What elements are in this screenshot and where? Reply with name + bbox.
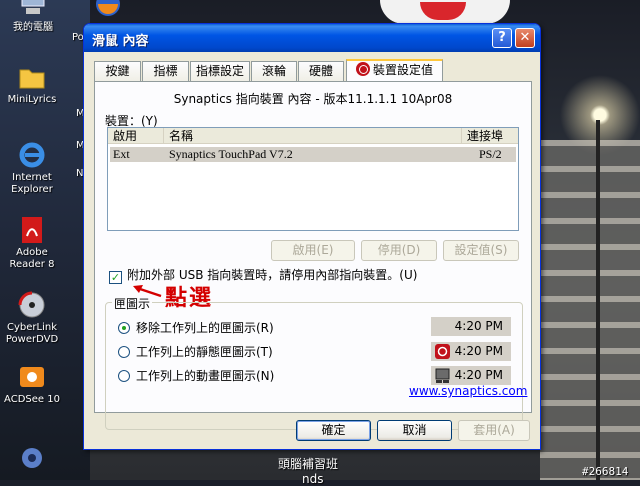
watermark: #266814 — [582, 465, 629, 478]
table-row[interactable]: Ext Synaptics TouchPad V7.2 PS/2 — [110, 147, 516, 162]
title-bar[interactable]: 滑鼠 內容 ? ✕ — [84, 24, 540, 52]
tab-hardware[interactable]: 硬體 — [298, 61, 344, 81]
close-icon: ✕ — [519, 30, 531, 45]
device-list[interactable]: 啟用 名稱 連接埠 Ext Synaptics TouchPad V7.2 PS… — [107, 127, 519, 231]
tab-buttons[interactable]: 按鍵 — [94, 61, 141, 81]
adobe-reader-icon — [22, 217, 42, 243]
radio-static-tray-icon[interactable]: 工作列上的靜態匣圖示(T) — [118, 343, 273, 360]
desktop-icon-label: MiniLyrics — [7, 94, 57, 105]
tray-time: 4:20 PM — [454, 344, 503, 358]
ok-button[interactable]: 確定 — [296, 420, 371, 441]
desktop-icon-label: ACDSee 10 — [4, 394, 60, 405]
disable-button[interactable]: 停用(D) — [361, 240, 437, 261]
radio-animated-tray-icon[interactable]: 工作列上的動畫匣圖示(N) — [118, 367, 274, 384]
desktop-icon-adobe-reader[interactable]: Adobe Reader 8 — [0, 215, 67, 271]
tab-label: 指標 — [153, 64, 178, 78]
cell-enabled: Ext — [113, 147, 130, 161]
webcam-icon — [22, 448, 42, 468]
dvd-disc-icon — [18, 291, 45, 318]
tab-label: 裝置設定值 — [372, 63, 433, 77]
internet-explorer-icon — [19, 142, 45, 168]
tray-preview: 4:20 PM — [431, 366, 511, 385]
tab-label: 滾輪 — [261, 64, 286, 78]
list-header: 啟用 名稱 連接埠 — [108, 128, 518, 144]
close-button[interactable]: ✕ — [515, 28, 535, 48]
desktop-icon-label: CyberLink PowerDVD — [5, 322, 59, 345]
dialog-title: 滑鼠 內容 — [92, 34, 149, 49]
background-sign — [380, 0, 510, 24]
column-header-port[interactable]: 連接埠 — [462, 128, 518, 144]
radio-label: 工作列上的靜態匣圖示(T) — [136, 345, 273, 359]
tab-pointers[interactable]: 指標 — [142, 61, 189, 81]
tray-time: 4:20 PM — [454, 368, 503, 382]
desktop-icon-webcam[interactable] — [0, 445, 67, 477]
desktop-label-subtext: nds — [302, 472, 324, 486]
radio-button[interactable] — [118, 346, 130, 358]
help-button[interactable]: ? — [492, 28, 512, 48]
apply-button[interactable]: 套用(A) — [458, 420, 530, 441]
desktop-icon-cyberlink-powerdvd[interactable]: CyberLink PowerDVD — [0, 290, 67, 346]
desktop-icon-minilyrics[interactable]: MiniLyrics — [0, 62, 67, 106]
acdsee-icon — [20, 367, 44, 387]
tray-icon-group: 匣圖示 移除工作列上的匣圖示(R) 4:20 PM 工作列上的靜態匣圖示(T) … — [105, 295, 523, 430]
desktop-icon-label: Internet Explorer — [11, 172, 53, 195]
help-icon: ? — [498, 30, 506, 45]
desktop-icon-acdsee[interactable]: ACDSee 10 — [0, 362, 67, 406]
tab-pointer-options[interactable]: 指標設定 — [190, 61, 250, 81]
group-title: 匣圖示 — [112, 295, 153, 312]
synaptics-icon — [355, 62, 370, 76]
folder-icon — [19, 69, 45, 89]
tray-preview: 4:20 PM — [431, 317, 511, 336]
tab-label: 按鍵 — [105, 64, 130, 78]
column-header-enabled[interactable]: 啟用 — [108, 128, 164, 144]
background-parking-structure — [540, 140, 640, 480]
mouse-properties-dialog: 滑鼠 內容 ? ✕ 按鍵 指標 指標設定 滾輪 硬體 裝置設定值 Synapti… — [83, 23, 541, 450]
cell-port: PS/2 — [479, 147, 502, 161]
desktop-icon-label: 頭腦補習班 nds — [278, 455, 338, 486]
cell-name: Synaptics TouchPad V7.2 — [169, 147, 293, 161]
synaptics-link[interactable]: www.synaptics.com — [409, 384, 527, 398]
tray-time: 4:20 PM — [454, 319, 503, 333]
settings-button[interactable]: 設定值(S) — [443, 240, 519, 261]
tab-label: 指標設定 — [195, 64, 244, 78]
radio-label: 工作列上的動畫匣圖示(N) — [136, 369, 275, 383]
computer-icon — [21, 0, 45, 14]
desktop-icon-my-computer[interactable]: 我的電腦 — [0, 0, 68, 34]
desktop-icon-internet-explorer[interactable]: Internet Explorer — [0, 140, 67, 196]
desktop-icon-label: Adobe Reader 8 — [9, 247, 55, 270]
cancel-button[interactable]: 取消 — [377, 420, 452, 441]
desktop-label-text: 頭腦補習班 — [278, 457, 339, 471]
firefox-icon — [96, 0, 120, 16]
radio-button[interactable] — [118, 322, 130, 334]
desktop-icon-label: 我的電腦 — [13, 22, 53, 33]
radio-remove-tray-icon[interactable]: 移除工作列上的匣圖示(R) — [118, 319, 274, 336]
tab-wheel[interactable]: 滾輪 — [251, 61, 297, 81]
tab-label: 硬體 — [308, 64, 333, 78]
radio-button[interactable] — [118, 370, 130, 382]
touchpad-icon — [435, 368, 450, 383]
synaptics-icon — [435, 344, 450, 359]
enable-button[interactable]: 啟用(E) — [271, 240, 355, 261]
background-lamp-pole — [596, 120, 600, 480]
version-text: Synaptics 指向裝置 內容 - 版本11.1.1.1 10Apr08 — [173, 92, 453, 106]
column-header-name[interactable]: 名稱 — [164, 128, 462, 144]
tray-preview: 4:20 PM — [431, 342, 511, 361]
device-settings-panel: Synaptics 指向裝置 內容 - 版本11.1.1.1 10Apr08 裝… — [94, 81, 532, 430]
radio-label: 移除工作列上的匣圖示(R) — [136, 321, 274, 335]
tab-device-settings[interactable]: 裝置設定值 — [346, 59, 443, 82]
usb-disable-checkbox[interactable]: ✓ — [109, 271, 122, 284]
